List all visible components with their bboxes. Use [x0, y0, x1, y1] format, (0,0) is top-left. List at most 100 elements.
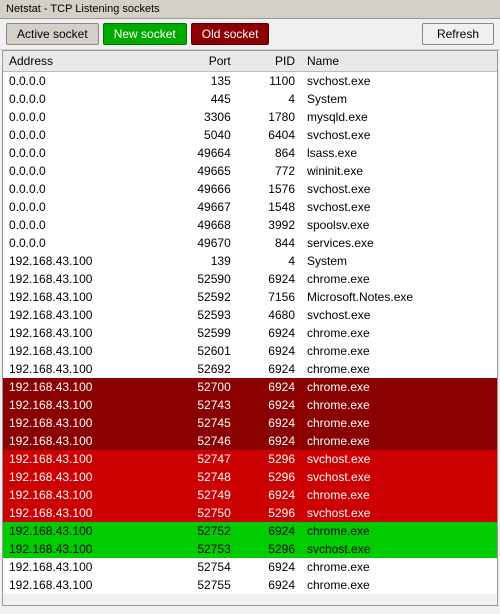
- cell-port: 52743: [161, 396, 236, 414]
- cell-pid: 5296: [237, 504, 301, 522]
- table-row[interactable]: 192.168.43.100527006924chrome.exe: [3, 378, 497, 396]
- table-row[interactable]: 0.0.0.0496661576svchost.exe: [3, 180, 497, 198]
- cell-port: 52700: [161, 378, 236, 396]
- table-row[interactable]: 0.0.0.050406404svchost.exe: [3, 126, 497, 144]
- cell-address: 0.0.0.0: [3, 90, 161, 108]
- table-row[interactable]: 192.168.43.100527475296svchost.exe: [3, 450, 497, 468]
- cell-port: 52753: [161, 540, 236, 558]
- table-row[interactable]: 0.0.0.0496671548svchost.exe: [3, 198, 497, 216]
- table-row[interactable]: 192.168.43.100527526924chrome.exe: [3, 522, 497, 540]
- cell-name: spoolsv.exe: [301, 216, 497, 234]
- cell-pid: 3992: [237, 216, 301, 234]
- cell-address: 192.168.43.100: [3, 288, 161, 306]
- cell-port: 52747: [161, 450, 236, 468]
- cell-pid: 7156: [237, 288, 301, 306]
- cell-address: 192.168.43.100: [3, 306, 161, 324]
- tab-old-socket[interactable]: Old socket: [191, 23, 270, 45]
- table-row[interactable]: 192.168.43.100525934680svchost.exe: [3, 306, 497, 324]
- cell-address: 192.168.43.100: [3, 432, 161, 450]
- cell-pid: 4680: [237, 306, 301, 324]
- cell-pid: 6924: [237, 360, 301, 378]
- cell-name: chrome.exe: [301, 378, 497, 396]
- cell-pid: 1100: [237, 72, 301, 91]
- table-row[interactable]: 192.168.43.100525996924chrome.exe: [3, 324, 497, 342]
- cell-name: Microsoft.Notes.exe: [301, 288, 497, 306]
- table-row[interactable]: 192.168.43.1001394System: [3, 252, 497, 270]
- cell-pid: 772: [237, 162, 301, 180]
- cell-port: 445: [161, 90, 236, 108]
- cell-name: System: [301, 90, 497, 108]
- table-row[interactable]: 192.168.43.100526016924chrome.exe: [3, 342, 497, 360]
- cell-pid: 6924: [237, 414, 301, 432]
- cell-port: 5040: [161, 126, 236, 144]
- table-header-row: Address Port PID Name: [3, 51, 497, 72]
- table-row[interactable]: 0.0.0.01351100svchost.exe: [3, 72, 497, 91]
- cell-pid: 6924: [237, 486, 301, 504]
- cell-address: 192.168.43.100: [3, 486, 161, 504]
- table-row[interactable]: 192.168.43.100527546924chrome.exe: [3, 558, 497, 576]
- table-row[interactable]: 192.168.43.100527505296svchost.exe: [3, 504, 497, 522]
- col-pid: PID: [237, 51, 301, 72]
- table-row[interactable]: 192.168.43.100527485296svchost.exe: [3, 468, 497, 486]
- table-row[interactable]: 192.168.43.100525927156Microsoft.Notes.e…: [3, 288, 497, 306]
- table-row[interactable]: 0.0.0.049664864lsass.exe: [3, 144, 497, 162]
- table-row[interactable]: 0.0.0.033061780mysqld.exe: [3, 108, 497, 126]
- table-row[interactable]: 192.168.43.100527535296svchost.exe: [3, 540, 497, 558]
- cell-name: chrome.exe: [301, 324, 497, 342]
- table-row[interactable]: 0.0.0.049665772wininit.exe: [3, 162, 497, 180]
- refresh-button[interactable]: Refresh: [422, 23, 494, 45]
- table-row[interactable]: 192.168.43.100527466924chrome.exe: [3, 432, 497, 450]
- cell-name: lsass.exe: [301, 144, 497, 162]
- cell-address: 192.168.43.100: [3, 450, 161, 468]
- cell-port: 49667: [161, 198, 236, 216]
- table-row[interactable]: 0.0.0.049670844services.exe: [3, 234, 497, 252]
- cell-port: 49665: [161, 162, 236, 180]
- cell-port: 49668: [161, 216, 236, 234]
- cell-port: 52745: [161, 414, 236, 432]
- table-row[interactable]: 192.168.43.100526926924chrome.exe: [3, 360, 497, 378]
- cell-port: 49666: [161, 180, 236, 198]
- tab-active-socket[interactable]: Active socket: [6, 23, 99, 45]
- table-row[interactable]: 192.168.43.100527436924chrome.exe: [3, 396, 497, 414]
- cell-address: 192.168.43.100: [3, 360, 161, 378]
- table-row[interactable]: 192.168.43.100527456924chrome.exe: [3, 414, 497, 432]
- cell-name: chrome.exe: [301, 414, 497, 432]
- cell-pid: 6924: [237, 378, 301, 396]
- cell-name: svchost.exe: [301, 540, 497, 558]
- cell-port: 52746: [161, 432, 236, 450]
- cell-address: 192.168.43.100: [3, 414, 161, 432]
- cell-port: 52590: [161, 270, 236, 288]
- cell-address: 192.168.43.100: [3, 378, 161, 396]
- cell-name: chrome.exe: [301, 576, 497, 594]
- cell-address: 0.0.0.0: [3, 126, 161, 144]
- cell-name: svchost.exe: [301, 72, 497, 91]
- table-row[interactable]: 0.0.0.04454System: [3, 90, 497, 108]
- cell-port: 52593: [161, 306, 236, 324]
- cell-name: svchost.exe: [301, 504, 497, 522]
- tab-new-socket[interactable]: New socket: [103, 23, 187, 45]
- cell-pid: 844: [237, 234, 301, 252]
- table-row[interactable]: 192.168.43.100525906924chrome.exe: [3, 270, 497, 288]
- cell-address: 192.168.43.100: [3, 252, 161, 270]
- cell-address: 0.0.0.0: [3, 72, 161, 91]
- cell-port: 139: [161, 252, 236, 270]
- title-bar: Netstat - TCP Listening sockets: [0, 0, 500, 19]
- cell-address: 192.168.43.100: [3, 558, 161, 576]
- table-row[interactable]: 0.0.0.0496683992spoolsv.exe: [3, 216, 497, 234]
- table-row[interactable]: 192.168.43.100527496924chrome.exe: [3, 486, 497, 504]
- cell-pid: 864: [237, 144, 301, 162]
- cell-pid: 1780: [237, 108, 301, 126]
- table-row[interactable]: 192.168.43.100527556924chrome.exe: [3, 576, 497, 594]
- cell-pid: 6924: [237, 558, 301, 576]
- cell-pid: 5296: [237, 450, 301, 468]
- cell-address: 192.168.43.100: [3, 270, 161, 288]
- cell-port: 49664: [161, 144, 236, 162]
- cell-port: 52752: [161, 522, 236, 540]
- cell-port: 52750: [161, 504, 236, 522]
- cell-address: 192.168.43.100: [3, 396, 161, 414]
- cell-name: svchost.exe: [301, 198, 497, 216]
- cell-address: 0.0.0.0: [3, 198, 161, 216]
- cell-name: svchost.exe: [301, 306, 497, 324]
- cell-address: 0.0.0.0: [3, 216, 161, 234]
- cell-port: 3306: [161, 108, 236, 126]
